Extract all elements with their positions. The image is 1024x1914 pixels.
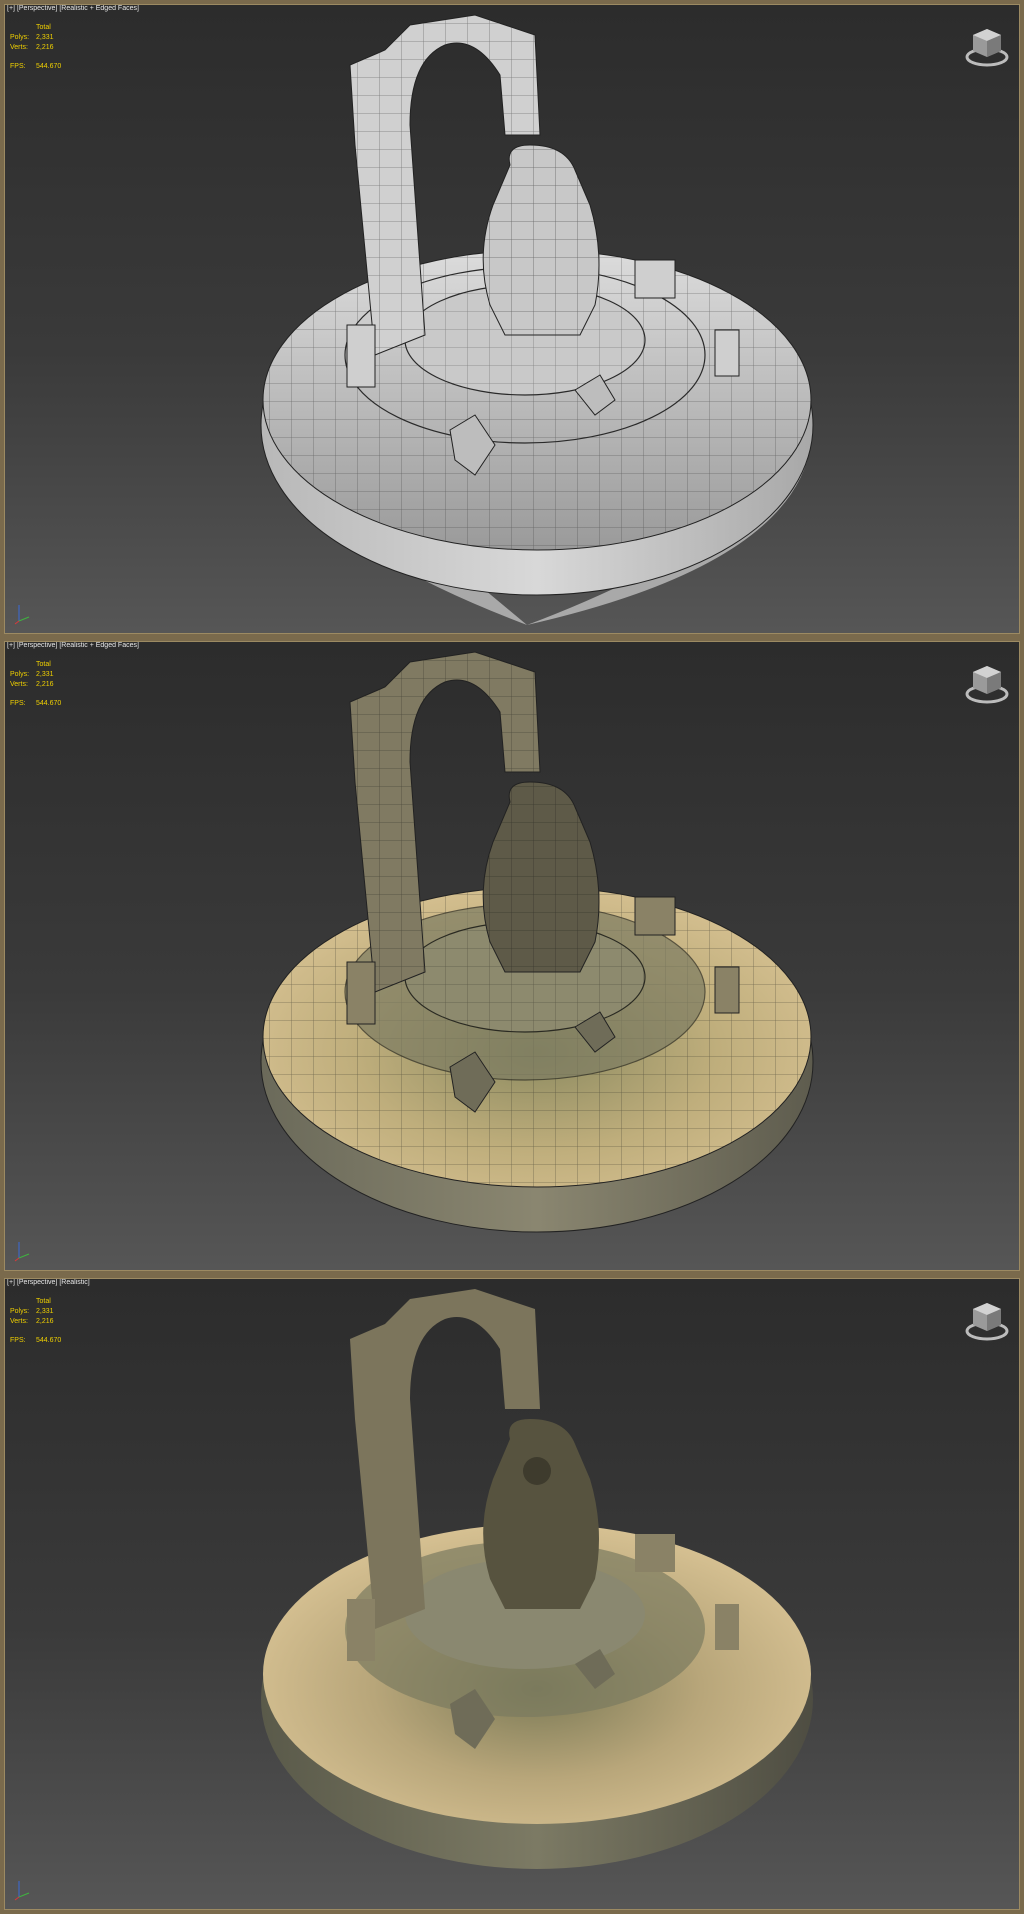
scene-render[interactable] <box>5 642 1020 1271</box>
stats-header: Total <box>36 1298 51 1305</box>
axis-tripod-icon <box>14 605 30 625</box>
polys-label: Polys: <box>10 671 30 678</box>
polys-value: 2,331 <box>36 671 54 678</box>
viewcube-icon[interactable] <box>963 25 1011 69</box>
fps-label: FPS: <box>10 700 26 707</box>
polys-value: 2,331 <box>36 1308 54 1315</box>
viewcube-icon[interactable] <box>963 1299 1011 1343</box>
viewport-shading-label[interactable]: [Realistic + Edged Faces] <box>59 642 139 649</box>
viewport-menu-plus[interactable]: [+] <box>7 642 15 649</box>
scene-render[interactable] <box>5 5 1020 634</box>
viewport-perspective-1[interactable]: [+] [Perspective] [Realistic + Edged Fac… <box>4 4 1020 634</box>
viewport-view-label[interactable]: [Perspective] <box>17 1279 57 1286</box>
stone-block <box>634 896 676 936</box>
polys-label: Polys: <box>10 34 30 41</box>
viewport-view-label[interactable]: [Perspective] <box>17 5 57 12</box>
axis-tripod-icon <box>14 1242 30 1262</box>
viewport-menu-plus[interactable]: [+] <box>7 1279 15 1286</box>
fps-label: FPS: <box>10 1337 26 1344</box>
viewport-perspective-2[interactable]: [+] [Perspective] [Realistic + Edged Fac… <box>4 641 1020 1271</box>
axis-tripod-icon <box>14 1881 30 1901</box>
viewport-view-label[interactable]: [Perspective] <box>17 642 57 649</box>
fps-label: FPS: <box>10 63 26 70</box>
viewport-label[interactable]: [+] [Perspective] [Realistic + Edged Fac… <box>7 642 139 649</box>
statistics-overlay: Total Polys: 2,331 Verts: 2,216 FPS: 544.67… <box>10 1297 61 1346</box>
verts-label: Verts: <box>10 44 28 51</box>
stone-block <box>634 259 676 299</box>
verts-label: Verts: <box>10 681 28 688</box>
viewport-perspective-3[interactable]: [+] [Perspective] [Realistic] Total Poly… <box>4 1278 1020 1910</box>
statue <box>483 1419 599 1609</box>
viewport-menu-plus[interactable]: [+] <box>7 5 15 12</box>
viewport-label[interactable]: [+] [Perspective] [Realistic] <box>7 1279 90 1286</box>
viewport-shading-label[interactable]: [Realistic + Edged Faces] <box>59 5 139 12</box>
stone-block <box>635 1534 675 1572</box>
polys-label: Polys: <box>10 1308 30 1315</box>
stats-header: Total <box>36 24 51 31</box>
statistics-overlay: Total Polys: 2,331 Verts: 2,216 FPS: 544.67… <box>10 23 61 72</box>
viewcube-icon[interactable] <box>963 662 1011 706</box>
viewport-shading-label[interactable]: [Realistic] <box>59 1279 89 1286</box>
verts-value: 2,216 <box>36 44 54 51</box>
verts-label: Verts: <box>10 1318 28 1325</box>
statistics-overlay: Total Polys: 2,331 Verts: 2,216 FPS: 544.67… <box>10 660 61 709</box>
fps-value: 544.670 <box>36 63 62 70</box>
stats-header: Total <box>36 661 51 668</box>
verts-value: 2,216 <box>36 681 54 688</box>
fps-value: 544.670 <box>36 1337 62 1344</box>
viewport-label[interactable]: [+] [Perspective] [Realistic + Edged Fac… <box>7 5 139 12</box>
fps-value: 544.670 <box>36 700 62 707</box>
polys-value: 2,331 <box>36 34 54 41</box>
scene-render[interactable] <box>5 1279 1020 1909</box>
verts-value: 2,216 <box>36 1318 54 1325</box>
